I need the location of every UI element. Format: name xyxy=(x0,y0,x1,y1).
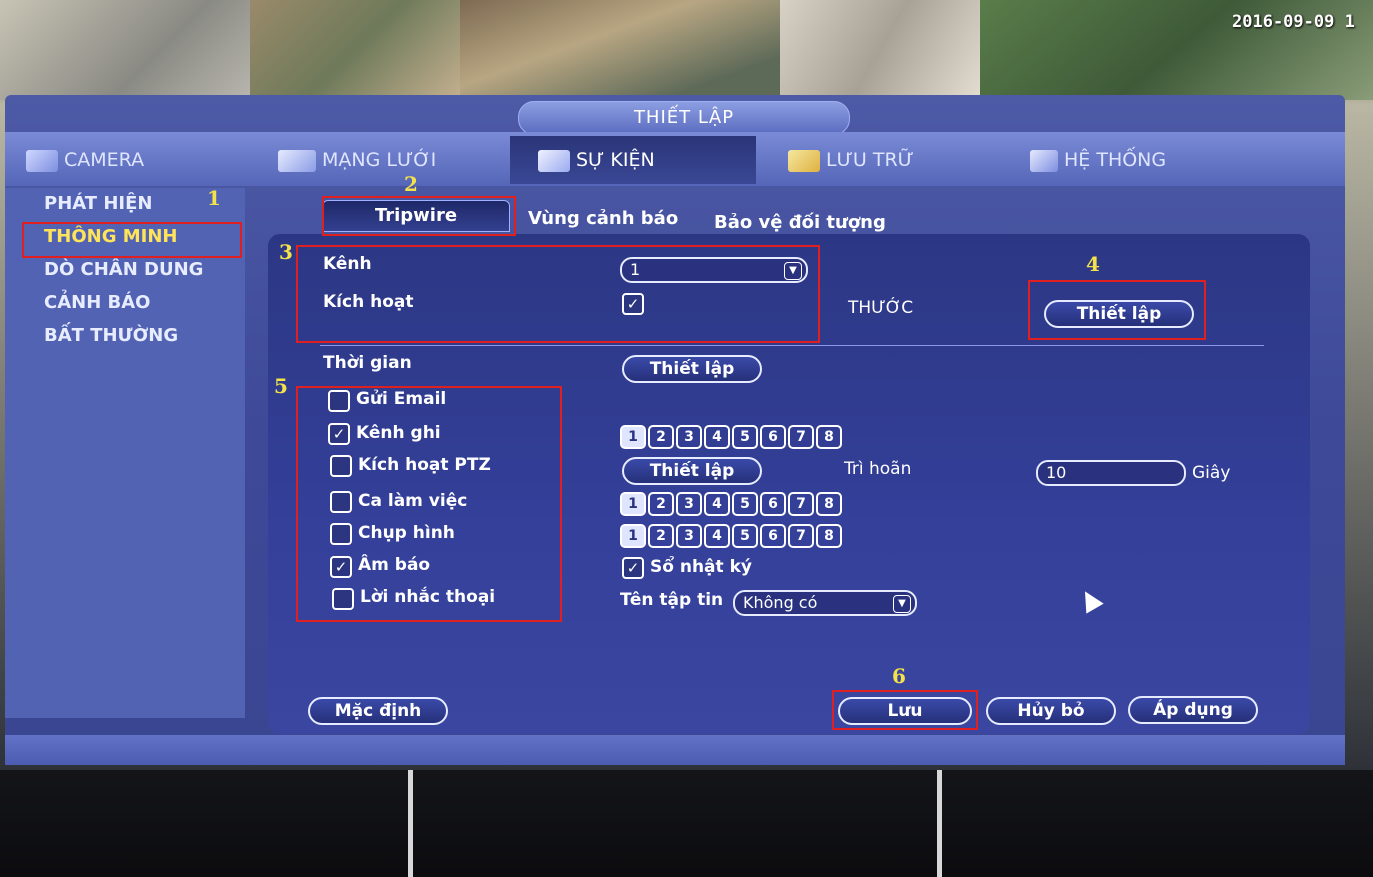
record-channel-item[interactable]: 5 xyxy=(732,425,758,449)
apply-button[interactable]: Áp dụng xyxy=(1128,696,1258,724)
feed-divider xyxy=(937,770,942,877)
cancel-button[interactable]: Hủy bỏ xyxy=(986,697,1116,725)
annotation-number-3: 3 xyxy=(279,240,293,264)
snapshot-channel-item[interactable]: 6 xyxy=(760,524,786,548)
delay-unit: Giây xyxy=(1192,463,1231,483)
snapshot-channel-item[interactable]: 8 xyxy=(816,524,842,548)
tour-channel-item[interactable]: 7 xyxy=(788,492,814,516)
tour-channel-item[interactable]: 4 xyxy=(704,492,730,516)
snapshot-channel-item[interactable]: 5 xyxy=(732,524,758,548)
storage-icon xyxy=(788,149,820,172)
subtab-object-protect[interactable]: Bảo vệ đối tượng xyxy=(714,212,886,233)
camera-icon xyxy=(26,149,58,172)
record-channel-item[interactable]: 6 xyxy=(760,425,786,449)
snapshot-channel-item[interactable]: 7 xyxy=(788,524,814,548)
network-icon xyxy=(278,149,316,172)
tab-label: SỰ KIỆN xyxy=(576,149,655,171)
window-title: THIẾT LẬP xyxy=(518,101,850,135)
record-channel-item[interactable]: 4 xyxy=(704,425,730,449)
snapshot-channel-item[interactable]: 1 xyxy=(620,524,646,548)
schedule-label: Thời gian xyxy=(323,353,412,373)
annotation-number-1: 1 xyxy=(207,186,221,210)
annotation-box-3 xyxy=(296,245,820,343)
tour-channel-item[interactable]: 1 xyxy=(620,492,646,516)
snapshot-channel-item[interactable]: 4 xyxy=(704,524,730,548)
record-channel-item[interactable]: 2 xyxy=(648,425,674,449)
sidebar-item-alarm[interactable]: CẢNH BÁO xyxy=(44,292,151,313)
event-icon xyxy=(538,149,570,172)
ruler-label: THƯỚC xyxy=(848,298,914,318)
file-name-select[interactable]: Không có ▼ xyxy=(733,590,917,616)
file-name-label: Tên tập tin xyxy=(620,590,724,610)
file-name-select-value: Không có xyxy=(743,593,818,612)
annotation-box-5 xyxy=(296,386,562,622)
sidebar-item-face-detect[interactable]: DÒ CHÂN DUNG xyxy=(44,259,203,280)
osd-date: 2016-09-09 1 xyxy=(1232,12,1355,32)
tab-label: HỆ THỐNG xyxy=(1064,149,1167,171)
ptz-setup-button[interactable]: Thiết lập xyxy=(622,457,762,485)
tab-network[interactable]: MẠNG LƯỚI xyxy=(278,136,498,184)
log-checkbox[interactable]: ✓ xyxy=(622,557,644,579)
record-channel-item[interactable]: 8 xyxy=(816,425,842,449)
delay-input[interactable]: 10 xyxy=(1036,460,1186,486)
camera-tile-2 xyxy=(250,0,460,100)
tour-channel-item[interactable]: 3 xyxy=(676,492,702,516)
tour-channel-item[interactable]: 5 xyxy=(732,492,758,516)
tab-event[interactable]: SỰ KIỆN xyxy=(510,136,756,184)
tab-storage[interactable]: LƯU TRỮ xyxy=(788,136,998,184)
delay-label: Trì hoãn xyxy=(844,459,912,479)
annotation-number-2: 2 xyxy=(404,172,418,196)
feed-divider xyxy=(408,770,413,877)
annotation-number-5: 5 xyxy=(274,374,288,398)
tour-channel-list: 1 2 3 4 5 6 7 8 xyxy=(620,492,842,516)
log-label: Sổ nhật ký xyxy=(650,557,752,577)
snapshot-channel-item[interactable]: 2 xyxy=(648,524,674,548)
tour-channel-item[interactable]: 6 xyxy=(760,492,786,516)
snapshot-channel-item[interactable]: 3 xyxy=(676,524,702,548)
tab-camera[interactable]: CAMERA xyxy=(26,136,246,184)
record-channel-item[interactable]: 7 xyxy=(788,425,814,449)
tour-channel-item[interactable]: 8 xyxy=(816,492,842,516)
record-channel-item[interactable]: 1 xyxy=(620,425,646,449)
tab-label: LƯU TRỮ xyxy=(826,149,914,171)
tab-system[interactable]: HỆ THỐNG xyxy=(1030,136,1240,184)
sidebar-item-detect[interactable]: PHÁT HIỆN xyxy=(44,193,152,214)
subtab-warning-zone[interactable]: Vùng cảnh báo xyxy=(528,208,678,229)
schedule-setup-button[interactable]: Thiết lập xyxy=(622,355,762,383)
record-channel-list: 1 2 3 4 5 6 7 8 xyxy=(620,425,842,449)
window-footer xyxy=(5,735,1345,765)
divider xyxy=(320,345,1264,346)
camera-tile-4 xyxy=(780,0,980,100)
annotation-box-1 xyxy=(22,222,242,258)
camera-feed-bottom xyxy=(0,770,1373,877)
snapshot-channel-list: 1 2 3 4 5 6 7 8 xyxy=(620,524,842,548)
annotation-box-6 xyxy=(832,690,978,730)
chevron-down-icon: ▼ xyxy=(893,595,911,613)
camera-tile-3 xyxy=(460,0,780,100)
sidebar-item-abnormal[interactable]: BẤT THƯỜNG xyxy=(44,325,178,346)
annotation-number-4: 4 xyxy=(1086,252,1100,276)
system-icon xyxy=(1030,149,1058,172)
annotation-number-6: 6 xyxy=(892,664,906,688)
annotation-box-4 xyxy=(1028,280,1206,340)
tour-channel-item[interactable]: 2 xyxy=(648,492,674,516)
tab-label: MẠNG LƯỚI xyxy=(322,149,437,171)
default-button[interactable]: Mặc định xyxy=(308,697,448,725)
camera-tile-1 xyxy=(0,0,250,100)
tab-label: CAMERA xyxy=(64,149,145,171)
annotation-box-2 xyxy=(322,196,516,236)
record-channel-item[interactable]: 3 xyxy=(676,425,702,449)
